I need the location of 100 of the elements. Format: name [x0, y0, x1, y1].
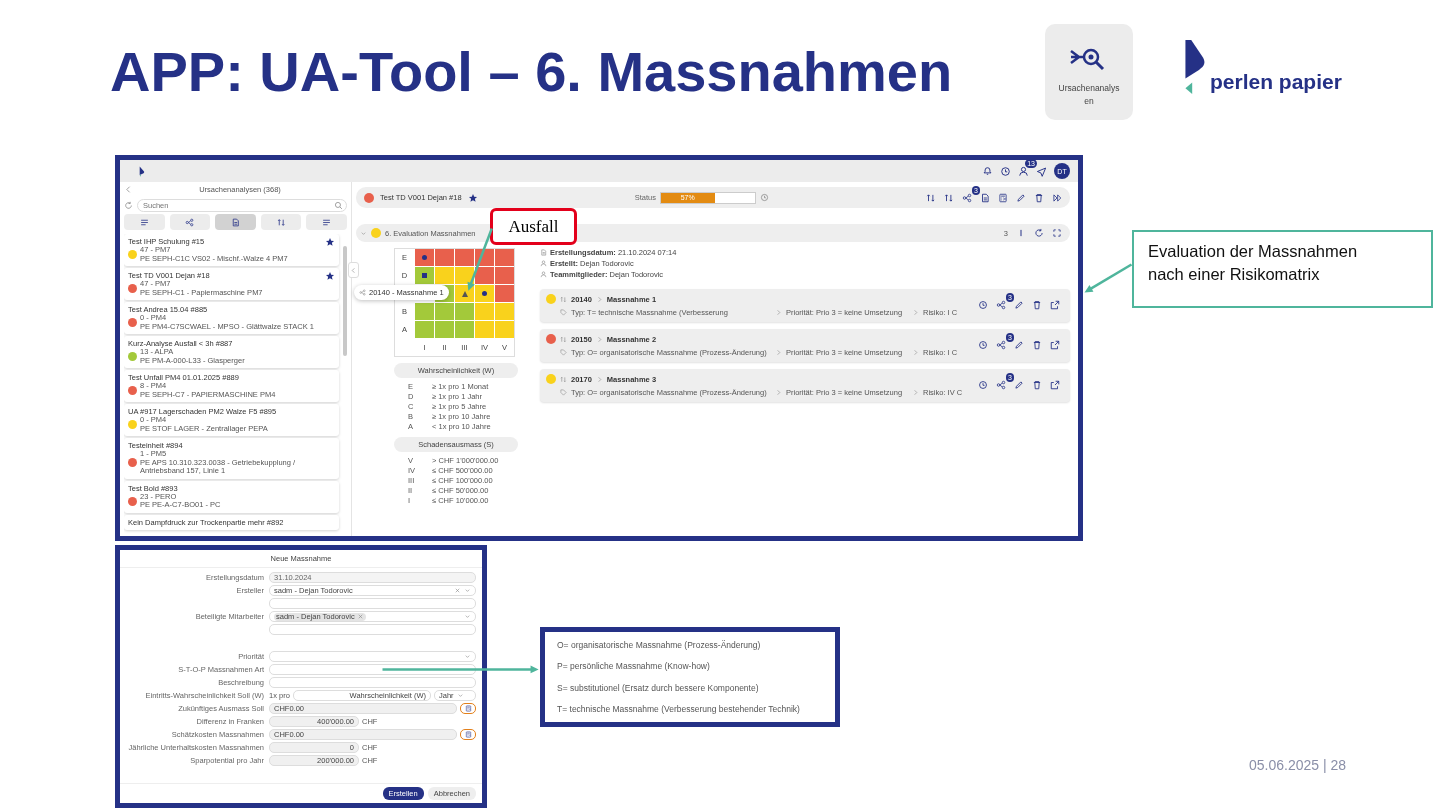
document-icon[interactable]: [980, 192, 990, 203]
chevron-icon: [350, 266, 357, 274]
legend-line: O= organisatorische Massnahme (Prozess-Änderung): [557, 639, 762, 650]
person-icon: [540, 260, 547, 267]
clock-icon[interactable]: [978, 380, 988, 390]
network-icon[interactable]: [996, 380, 1006, 390]
dot-marker[interactable]: [422, 255, 427, 260]
filter-tab[interactable]: [215, 214, 256, 230]
person-icon[interactable]: [1018, 165, 1029, 177]
external-link-icon[interactable]: [1050, 380, 1060, 390]
network-icon: [185, 217, 195, 227]
pencil-icon[interactable]: [1016, 192, 1026, 203]
network-icon[interactable]: [996, 300, 1006, 310]
square-marker[interactable]: [422, 273, 427, 278]
matrix-cell[interactable]: [475, 285, 494, 302]
matrix-cell[interactable]: [455, 303, 474, 320]
tag-icon: [560, 389, 567, 396]
expand-icon[interactable]: [1052, 228, 1062, 238]
filter-tab[interactable]: [124, 214, 165, 230]
callout-label: Ausfall: [490, 208, 577, 245]
matrix-cell[interactable]: [475, 267, 494, 284]
input-field[interactable]: [269, 598, 476, 609]
network-icon[interactable]: [962, 192, 972, 203]
calculator-button[interactable]: [460, 703, 476, 714]
matrix-cell[interactable]: [475, 303, 494, 320]
matrix-cell[interactable]: [435, 249, 454, 266]
matrix-cell[interactable]: [455, 267, 474, 284]
matrix-cell[interactable]: [435, 321, 454, 338]
sort-icon[interactable]: [944, 192, 954, 203]
app-tile[interactable]: Ursachenanalysen: [1045, 24, 1133, 120]
search-icon: [334, 200, 343, 210]
matrix-cell[interactable]: [495, 303, 514, 320]
matrix-cell[interactable]: [435, 303, 454, 320]
pencil-icon[interactable]: [1014, 300, 1024, 310]
clock-icon[interactable]: [978, 340, 988, 350]
matrix-cell[interactable]: [495, 321, 514, 338]
matrix-cell[interactable]: [495, 285, 514, 302]
close-icon[interactable]: [454, 587, 461, 594]
forward-icon[interactable]: [1052, 192, 1062, 203]
trash-icon[interactable]: [1032, 340, 1042, 350]
pencil-icon[interactable]: [1014, 340, 1024, 350]
external-link-icon[interactable]: [1050, 340, 1060, 350]
sort-icon: [560, 295, 567, 303]
star-icon[interactable]: [467, 192, 478, 203]
filter-tab[interactable]: [169, 214, 211, 230]
pencil-icon[interactable]: [1014, 380, 1024, 390]
calculator-icon[interactable]: [998, 192, 1008, 203]
star-icon[interactable]: [325, 236, 335, 247]
matrix-cell[interactable]: [495, 267, 514, 284]
chevron-down-icon: [360, 229, 367, 237]
legend-line: S= substitutionel (Ersatz durch bessere Komponente): [557, 682, 760, 693]
chevron-down-icon: [464, 587, 471, 594]
chevron-icon: [912, 349, 919, 356]
app-label: Ursachenanalysen: [1058, 82, 1120, 108]
matrix-cell[interactable]: [415, 249, 434, 266]
matrix-cell[interactable]: [415, 321, 434, 338]
chevron-icon[interactable]: [124, 184, 133, 194]
matrix-cell[interactable]: [475, 321, 494, 338]
sort-icon: [560, 335, 567, 343]
trash-icon[interactable]: [1032, 380, 1042, 390]
input-field[interactable]: [269, 624, 476, 635]
external-link-icon[interactable]: [1050, 300, 1060, 310]
bell-icon[interactable]: [982, 165, 993, 177]
scrollbar[interactable]: [343, 246, 347, 356]
matrix-cell[interactable]: [495, 249, 514, 266]
calculator-button[interactable]: [460, 729, 476, 740]
filter-tab[interactable]: [306, 214, 347, 230]
filter-tab[interactable]: [260, 214, 302, 230]
list-icon: [139, 217, 149, 227]
matrix-cell[interactable]: [455, 249, 474, 266]
chevron-icon: [912, 309, 919, 316]
slide-title: APP: UA-Tool – 6. Massnahmen: [110, 41, 953, 103]
clock-icon[interactable]: [978, 300, 988, 310]
matrix-cell[interactable]: [415, 303, 434, 320]
chevron-icon: [595, 295, 603, 303]
send-icon[interactable]: [1036, 165, 1047, 177]
logo-text: perlen papier: [1210, 70, 1342, 94]
network-icon[interactable]: [996, 340, 1006, 350]
trash-icon[interactable]: [1032, 300, 1042, 310]
legend-line: T= technische Massnahme (Verbesserung bestehender Technik): [557, 704, 801, 715]
sort-icon: [276, 217, 286, 227]
chevron-icon: [912, 389, 919, 396]
dot-marker[interactable]: [482, 291, 487, 296]
select-field[interactable]: [269, 651, 476, 662]
star-icon[interactable]: [325, 270, 335, 281]
trash-icon[interactable]: [1034, 192, 1044, 203]
clock-icon[interactable]: [1000, 165, 1011, 177]
legend-line: P= persönliche Massnahme (Know-how): [557, 661, 711, 672]
input-field[interactable]: [269, 677, 476, 688]
sort-icon: [560, 375, 567, 383]
matrix-cell[interactable]: [455, 285, 474, 302]
matrix-cell[interactable]: [455, 321, 474, 338]
refresh-icon[interactable]: [1034, 228, 1044, 238]
logo-icon: [138, 165, 147, 177]
matrix-cell[interactable]: [415, 267, 434, 284]
document-icon: [540, 249, 547, 256]
close-icon[interactable]: [356, 613, 364, 620]
sort-icon[interactable]: [926, 192, 936, 203]
matrix-cell[interactable]: [435, 267, 454, 284]
calculator-icon: [464, 705, 472, 712]
